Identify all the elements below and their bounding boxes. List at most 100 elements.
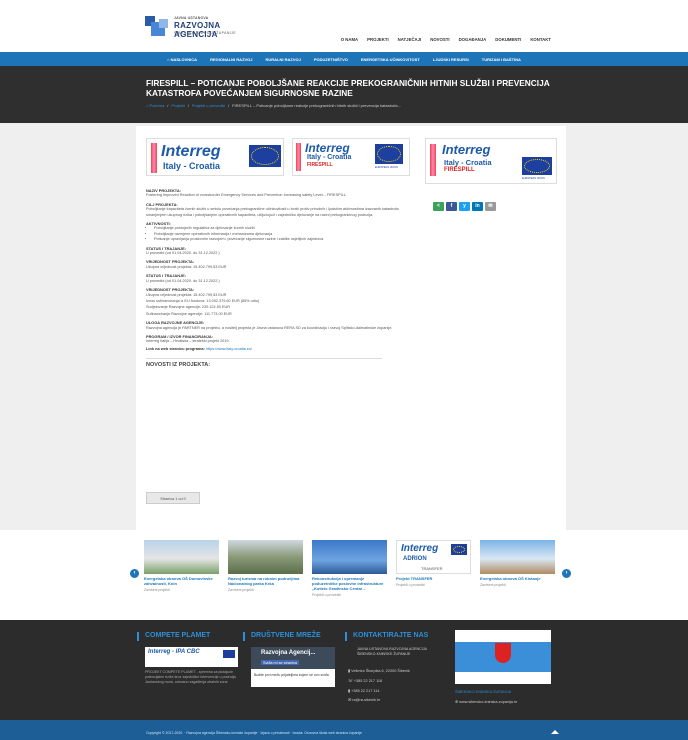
program-link[interactable]: https://www.italy-croatia.eu/ [206,347,252,351]
sidebar-eu-label: EUROPEAN UNION [522,177,545,180]
carousel-item[interactable]: Rekonstrukcija i opremanje poduzetničke … [312,540,387,597]
top-nav-dogadanja[interactable]: DOGAĐANJA [459,37,487,42]
facebook-widget-text: Budite prvi među prijateljima kojem se o… [254,673,329,677]
news-section-title: NOVOSTI IZ PROJEKTA: [146,361,211,368]
copyright-text: Copyright © 2017-2020. · Razvojna agenci… [146,731,363,735]
uloga-text: Razvojna agencija je PARTNER na projektu… [146,325,393,330]
compete-description: PROJEKT COMPETE PLAMET - spremna za plut… [145,670,237,684]
facebook-icon[interactable]: f [446,202,457,211]
county-text[interactable]: ŠIBENSKO-KNINSKA ŽUPANIJA [455,690,511,694]
divider [146,358,382,359]
twitter-icon[interactable]: y [459,202,470,211]
county-flag-image[interactable] [455,630,551,684]
top-nav-novosti[interactable]: NOVOSTI [430,37,449,42]
site-header: JAVNA USTANOVA RAZVOJNA AGENCIJA ŠIBENSK… [0,0,688,52]
scroll-to-top-icon[interactable] [551,730,559,734]
carousel-item-title[interactable]: Projekt TRANSFER [396,576,471,581]
top-nav-projekti[interactable]: PROJEKTI [367,37,389,42]
carousel-item-title[interactable]: Razvoj turizma na rubnim područjima Naci… [228,576,303,586]
contact-org-name: JAVNA USTANOVA RAZVOJNA AGENCIJA ŠIBENSK… [357,647,427,656]
carousel-item[interactable]: Energetska obnova OŠ Kistanje Završeni p… [480,540,555,587]
top-nav: O NAMA PROJEKTI NATJEČAJI NOVOSTI DOGAĐA… [341,37,551,42]
firespill-banner: Interreg Italy - Croatia FIRESPILL EUROP… [292,138,410,176]
nav-energetska-ucinkovitost[interactable]: ENERGETSKA UČINKOVITOST [361,57,420,62]
footer-contact-title: KONTAKTIRAJTE NAS [353,632,429,639]
facebook-widget[interactable]: Razvojna Agencij... Sviđa mi se stranica… [251,647,335,687]
breadcrumb-sep: / [187,103,189,108]
share-buttons: < f y in ✉ [433,202,496,211]
carousel-item[interactable]: Energetska obnova OŠ Domovinske zahvalno… [144,540,219,592]
eu-flag-icon [249,145,281,167]
nav-ljudski-resursi[interactable]: LJUDSKI RESURSI [433,57,469,62]
top-nav-o-nama[interactable]: O NAMA [341,37,358,42]
cilj-text: Poboljšanje kapaciteta žurnih službi u s… [146,207,399,217]
nav-naslovnica[interactable]: ⌂ NASLOVNICA [167,57,197,62]
site-footer [0,620,688,720]
nav-regionalni-razvoj[interactable]: REGIONALNI RAZVOJ [210,57,252,62]
eu-flag-icon [451,544,467,555]
carousel-image [144,540,219,574]
carousel-item-title[interactable]: Rekonstrukcija i opremanje poduzetničke … [312,576,387,591]
nav-turizam-i-bastina[interactable]: TURIZAM I BAŠTINA [482,57,521,62]
logo-subtitle: ŠIBENSKO-KNINSKE ŽUPANIJE [174,31,237,35]
breadcrumb-home[interactable]: ⌂ Početna [146,103,164,108]
facebook-like-button[interactable]: Sviđa mi se stranica [261,660,299,665]
footer-compete-title: COMPETE PLAMET [145,632,211,639]
carousel-item-title[interactable]: Energetska obnova OŠ Domovinske zahvalno… [144,576,219,586]
naziv-text: Fostering Improved Reaction of crossbord… [146,193,346,198]
breadcrumb: ⌂ Početna / Projekti / Projekti u proved… [146,103,401,108]
facebook-page-name[interactable]: Razvojna Agencij... [261,650,315,656]
top-nav-dokumenti[interactable]: DOKUMENTI [495,37,521,42]
site-logo[interactable]: JAVNA USTANOVA RAZVOJNA AGENCIJA ŠIBENSK… [145,14,255,42]
sidebar-interreg-text: Interreg [442,142,491,157]
page-title: FIRESPILL – POTICANJE POBOLJŠANE REAKCIJ… [146,78,550,98]
footer-accent [243,632,245,641]
county-link[interactable]: www.sibensko-kninska-zupanija.hr [459,700,517,704]
linkedin-icon[interactable]: in [472,202,483,211]
top-nav-natjecaji[interactable]: NATJEČAJI [398,37,422,42]
compete-logo-text: Interreg - IPA CBC [148,649,200,655]
vrijednost-line: Sudjelovanje Razvojne agencije: 230.124,… [146,305,231,310]
nav-poduzetnistvo[interactable]: PODUZETNIŠTVO [314,57,348,62]
phone-text[interactable]: +385 22 217 114 [351,689,379,693]
sidebar-firespill-banner: Interreg Italy - Croatia FIRESPILL EUROP… [425,138,557,184]
email-text[interactable]: ra@ra-sibenik.hr [352,698,380,702]
email-icon[interactable]: ✉ [485,202,496,211]
carousel-prev-icon[interactable]: ‹ [130,569,139,578]
carousel-interreg-logo: Interreg [401,543,439,554]
carousel-image [312,540,387,574]
vrijednost-line: Ukupna vrijednost projekta: 15.402.799,5… [146,292,227,297]
aktivnosti-list: Poboljšanje postojećih regulativa za dje… [154,226,416,242]
pagination-button[interactable]: Stranica 1 od 0 [146,492,200,504]
breadcrumb-current: FIRESPILL – Poticanje poboljšane reakcij… [232,103,401,108]
vrijednost-line: Iznos sufinanciranja iz EU fondova: 13.0… [146,298,260,303]
top-nav-kontakt[interactable]: KONTAKT [530,37,551,42]
carousel-item[interactable]: Interreg ADRION TRANSFER Projekt TRANSFE… [396,540,471,587]
county-website: ⊕ www.sibensko-kninska-zupanija.hr [455,700,517,705]
share-icon[interactable]: < [433,202,444,211]
carousel-item-title[interactable]: Energetska obnova OŠ Kistanje [480,576,555,581]
vrijednost-line: Sufinanciranje Razvojne agencije: 111.77… [146,311,232,316]
carousel-item-category: Završeni projekti [144,588,170,592]
carousel-item-category: Projekti u provedbi [396,583,425,587]
contact-phone-2: ▮ +385 22 217 114 [348,689,379,694]
address-text: Velimira Škorpika 6, 22000 Šibenik [351,669,410,673]
carousel-item[interactable]: Razvoj turizma na rubnim područjima Naci… [228,540,303,592]
logo-small-text: JAVNA USTANOVA [174,16,209,20]
footer-accent [137,632,139,641]
breadcrumb-projekti[interactable]: Projekti [171,103,184,108]
nav-ruralni-razvoj[interactable]: RURALNI RAZVOJ [266,57,301,62]
banner2-interreg-text: Interreg [305,141,350,155]
footer-accent [345,632,347,641]
interreg-banner: Interreg Italy - Croatia [146,138,284,176]
breadcrumb-projekti-u-provedbi[interactable]: Projekti u provedbi [192,103,225,108]
eu-flag-icon [522,157,552,175]
carousel-item-category: Završeni projekti [228,588,254,592]
phone-text[interactable]: +385 22 217 118 [354,679,382,683]
carousel-image [480,540,555,574]
contact-email: ✉ ra@ra-sibenik.hr [348,698,380,703]
main-nav: ⌂ NASLOVNICA REGIONALNI RAZVOJ RURALNI R… [0,52,688,66]
eu-flag-icon [223,650,235,658]
carousel-next-icon[interactable]: › [562,569,571,578]
compete-logo[interactable]: Interreg - IPA CBC [145,647,238,667]
